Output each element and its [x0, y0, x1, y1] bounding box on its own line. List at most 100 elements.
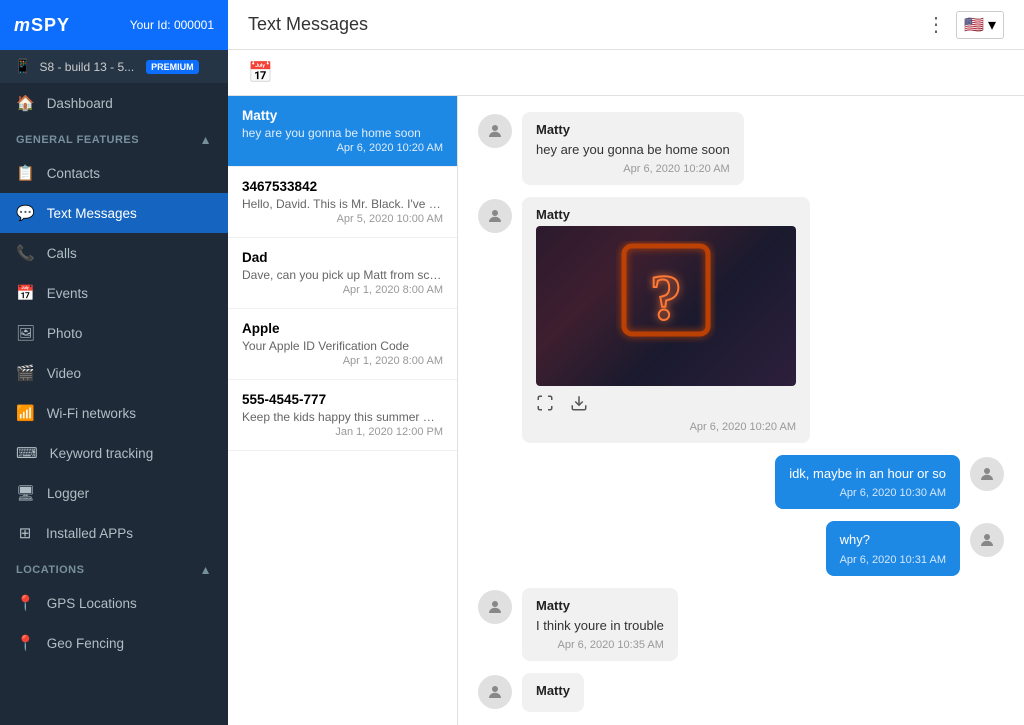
- more-options-icon[interactable]: ⋮: [926, 12, 946, 37]
- message-row: idk, maybe in an hour or so Apr 6, 2020 …: [478, 455, 1004, 509]
- message-sender: Matty: [536, 598, 664, 613]
- logger-icon: 🖥: [16, 484, 35, 502]
- contact-name: 3467533842: [242, 179, 443, 194]
- locations-section: LOCATIONS ▲: [0, 553, 228, 583]
- sidebar-item-label: Keyword tracking: [50, 446, 154, 461]
- apps-icon: ⊞: [16, 524, 34, 542]
- premium-badge: PREMIUM: [146, 60, 199, 74]
- contact-item[interactable]: 3467533842 Hello, David. This is Mr. Bla…: [228, 167, 457, 238]
- message-bubble: why? Apr 6, 2020 10:31 AM: [826, 521, 960, 575]
- message-sender: Matty: [536, 122, 730, 137]
- sidebar-item-photo[interactable]: 🖼 Photo: [0, 313, 228, 353]
- user-id: Your Id: 000001: [130, 18, 214, 32]
- sidebar-item-label: Wi-Fi networks: [47, 406, 136, 421]
- sidebar-item-gps[interactable]: 📍 GPS Locations: [0, 583, 228, 623]
- content-area: Matty hey are you gonna be home soon Apr…: [228, 96, 1024, 725]
- gps-icon: 📍: [16, 594, 35, 612]
- device-name: S8 - build 13 - 5...: [39, 60, 134, 74]
- top-bar-actions: ⋮ 🇺🇸 ▾: [926, 11, 1004, 39]
- page-title: Text Messages: [248, 14, 368, 35]
- photo-icon: 🖼: [16, 324, 35, 342]
- sidebar-item-keyword-tracking[interactable]: ⌨ Keyword tracking: [0, 433, 228, 473]
- message-time: Apr 6, 2020 10:30 AM: [789, 487, 946, 499]
- contact-item[interactable]: Dad Dave, can you pick up Matt from scho…: [228, 238, 457, 309]
- sidebar-item-installed-apps[interactable]: ⊞ Installed APPs: [0, 513, 228, 553]
- contact-time: Apr 6, 2020 10:20 AM: [242, 142, 443, 154]
- contact-item[interactable]: Apple Your Apple ID Verification Code Ap…: [228, 309, 457, 380]
- message-image-bubble: Matty: [522, 197, 810, 443]
- sidebar-item-text-messages[interactable]: 💬 Text Messages: [0, 193, 228, 233]
- sidebar-item-label: Text Messages: [47, 206, 137, 221]
- sidebar-item-logger[interactable]: 🖥 Logger: [0, 473, 228, 513]
- contact-preview: Your Apple ID Verification Code: [242, 339, 443, 353]
- avatar: [970, 523, 1004, 557]
- sidebar-item-label: Contacts: [47, 166, 100, 181]
- sidebar-item-label: Logger: [47, 486, 89, 501]
- contact-item[interactable]: 555-4545-777 Keep the kids happy this su…: [228, 380, 457, 451]
- device-bar: 📱 S8 - build 13 - 5... PREMIUM: [0, 50, 228, 83]
- contact-name: Apple: [242, 321, 443, 336]
- download-image-button[interactable]: [570, 394, 588, 417]
- flag-icon: 🇺🇸: [964, 15, 984, 35]
- message-bubble: idk, maybe in an hour or so Apr 6, 2020 …: [775, 455, 960, 509]
- sidebar-item-video[interactable]: 🎬 Video: [0, 353, 228, 393]
- sidebar-item-dashboard[interactable]: 🏠 Dashboard: [0, 83, 228, 123]
- message-sender: Matty: [536, 207, 796, 222]
- message-bubble: Matty I think youre in trouble Apr 6, 20…: [522, 588, 678, 661]
- message-sender: Matty: [536, 683, 570, 698]
- contact-time: Jan 1, 2020 12:00 PM: [242, 426, 443, 438]
- expand-image-button[interactable]: [536, 394, 554, 417]
- keyboard-icon: ⌨: [16, 444, 38, 462]
- sidebar: mSPY Your Id: 000001 📱 S8 - build 13 - 5…: [0, 0, 228, 725]
- message-bubble: Matty: [522, 673, 584, 712]
- message-text: why?: [840, 531, 946, 549]
- contact-name: Matty: [242, 108, 443, 123]
- sidebar-item-label: Geo Fencing: [47, 636, 124, 651]
- contact-preview: Keep the kids happy this summer with ...: [242, 410, 443, 424]
- contact-preview: hey are you gonna be home soon: [242, 126, 443, 140]
- sidebar-item-label: Video: [47, 366, 81, 381]
- sidebar-item-label: Dashboard: [47, 96, 113, 111]
- contact-time: Apr 1, 2020 8:00 AM: [242, 284, 443, 296]
- wifi-icon: 📶: [16, 404, 35, 422]
- message-row: why? Apr 6, 2020 10:31 AM: [478, 521, 1004, 575]
- chevron-up-icon[interactable]: ▲: [200, 133, 212, 147]
- contact-name: 555-4545-777: [242, 392, 443, 407]
- sidebar-item-label: Installed APPs: [46, 526, 133, 541]
- app-logo: mSPY: [14, 15, 70, 36]
- video-icon: 🎬: [16, 364, 35, 382]
- sidebar-header: mSPY Your Id: 000001: [0, 0, 228, 50]
- contact-item[interactable]: Matty hey are you gonna be home soon Apr…: [228, 96, 457, 167]
- avatar: [478, 590, 512, 624]
- sidebar-item-wifi[interactable]: 📶 Wi-Fi networks: [0, 393, 228, 433]
- message-row: Matty I think youre in trouble Apr 6, 20…: [478, 588, 1004, 661]
- language-selector[interactable]: 🇺🇸 ▾: [956, 11, 1004, 39]
- sidebar-item-label: Events: [47, 286, 88, 301]
- calendar-button[interactable]: 📅: [248, 60, 273, 85]
- message-text: I think youre in trouble: [536, 617, 664, 635]
- main-content: Text Messages ⋮ 🇺🇸 ▾ 📅 Matty hey are you…: [228, 0, 1024, 725]
- avatar: [970, 457, 1004, 491]
- sidebar-item-geofencing[interactable]: 📍 Geo Fencing: [0, 623, 228, 663]
- message-text: hey are you gonna be home soon: [536, 141, 730, 159]
- message-row: Matty hey are you gonna be home soon Apr…: [478, 112, 1004, 185]
- message-time: Apr 6, 2020 10:20 AM: [536, 421, 796, 433]
- avatar: [478, 114, 512, 148]
- contact-list: Matty hey are you gonna be home soon Apr…: [228, 96, 458, 725]
- general-features-section: GENERAL FEATURES ▲: [0, 123, 228, 153]
- image-actions: [536, 394, 796, 417]
- sidebar-item-events[interactable]: 📅 Events: [0, 273, 228, 313]
- sidebar-item-calls[interactable]: 📞 Calls: [0, 233, 228, 273]
- message-time: Apr 6, 2020 10:31 AM: [840, 554, 946, 566]
- device-icon: 📱: [14, 58, 31, 75]
- sidebar-item-label: Photo: [47, 326, 82, 341]
- contact-preview: Dave, can you pick up Matt from schoo...: [242, 268, 443, 282]
- home-icon: 🏠: [16, 94, 35, 112]
- sidebar-item-contacts[interactable]: 📋 Contacts: [0, 153, 228, 193]
- calendar-icon: 📅: [16, 284, 35, 302]
- chevron-up-icon[interactable]: ▲: [200, 563, 212, 577]
- dropdown-arrow-icon: ▾: [988, 15, 996, 35]
- top-bar: Text Messages ⋮ 🇺🇸 ▾: [228, 0, 1024, 50]
- contacts-icon: 📋: [16, 164, 35, 182]
- contact-time: Apr 1, 2020 8:00 AM: [242, 355, 443, 367]
